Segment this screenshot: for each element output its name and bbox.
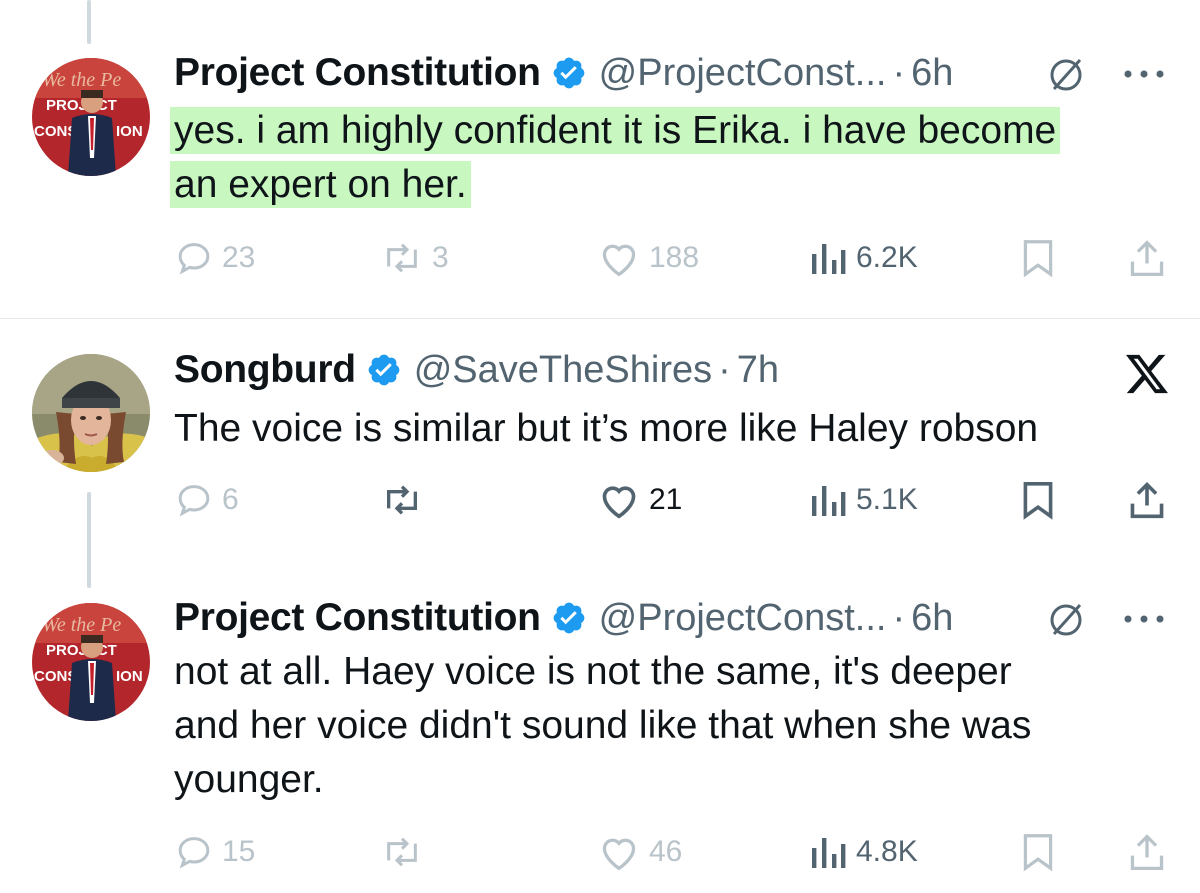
tweet-text: not at all. Haey voice is not the same, … <box>174 645 1031 807</box>
verified-badge-icon <box>551 600 587 636</box>
tweet-text-line: not at all. Haey voice is not the same, … <box>174 650 1012 693</box>
svg-text:ION: ION <box>116 123 143 140</box>
reply-icon <box>178 837 210 869</box>
views-icon <box>812 838 846 868</box>
timestamp[interactable]: 6h <box>911 52 953 95</box>
like-icon <box>602 486 636 519</box>
action-bar: 15 46 4.8K <box>0 827 1200 877</box>
avatar[interactable]: We the Pe PROJECT CONS ION <box>32 603 150 721</box>
views-button[interactable]: 4.8K <box>808 827 918 877</box>
repost-button[interactable] <box>380 475 424 525</box>
repost-button[interactable] <box>380 827 424 877</box>
bookmark-icon <box>1023 482 1053 520</box>
svg-text:We the Pe: We the Pe <box>42 69 121 91</box>
views-button[interactable]: 5.1K <box>808 475 918 525</box>
tweet[interactable]: We the Pe PROJECT CONS ION Project Const… <box>0 0 1200 318</box>
repost-icon <box>387 837 417 867</box>
tweet-header: Project Constitution @ProjectConst... · … <box>174 48 953 98</box>
tweet-text-line: younger. <box>174 758 324 801</box>
x-logo-icon[interactable] <box>1124 353 1170 400</box>
like-icon <box>602 838 636 871</box>
repost-icon <box>387 243 417 273</box>
tweet[interactable]: Songburd @SaveTheShires · 7h The voice i… <box>0 319 1200 569</box>
more-icon[interactable] <box>1122 64 1166 89</box>
repost-icon <box>387 485 417 515</box>
like-count: 46 <box>649 835 683 868</box>
repost-button[interactable]: 3 <box>380 233 449 283</box>
reply-icon <box>178 485 210 517</box>
more-icon[interactable] <box>1122 609 1166 634</box>
like-button[interactable]: 46 <box>597 827 682 877</box>
reply-count: 15 <box>222 835 256 868</box>
separator: · <box>892 596 906 639</box>
tweet-text: yes. i am highly confident it is Erika. … <box>170 104 1061 212</box>
author-name[interactable]: Project Constitution <box>174 51 541 95</box>
timestamp[interactable]: 6h <box>911 597 953 640</box>
like-icon <box>602 244 636 277</box>
grok-icon[interactable] <box>1046 54 1086 99</box>
share-icon <box>1130 481 1164 519</box>
tweet-text-line: yes. i am highly confident it is Erika. … <box>170 107 1061 154</box>
share-button[interactable] <box>1127 233 1167 283</box>
repost-count: 3 <box>432 241 449 274</box>
reply-button[interactable]: 23 <box>174 233 255 283</box>
tweet-text-line: The voice is similar but it’s more like … <box>174 407 1039 450</box>
views-count: 6.2K <box>856 241 918 274</box>
tweet-header: Project Constitution @ProjectConst... · … <box>174 593 953 643</box>
bookmark-icon <box>1023 240 1053 278</box>
bookmark-button[interactable] <box>1020 827 1056 877</box>
action-bar: 23 3 188 6.2K <box>0 233 1200 283</box>
share-icon <box>1130 240 1164 276</box>
reply-button[interactable]: 6 <box>174 475 239 525</box>
tweet-text-line: an expert on her. <box>170 161 471 208</box>
tweet-header: Songburd @SaveTheShires · 7h <box>174 345 779 395</box>
views-icon <box>812 244 846 274</box>
separator: · <box>892 51 906 94</box>
grok-icon[interactable] <box>1046 599 1086 644</box>
tweet-text-line: and her voice didn't sound like that whe… <box>174 704 1032 747</box>
like-button[interactable]: 21 <box>597 475 682 525</box>
views-count: 5.1K <box>856 483 918 516</box>
avatar[interactable]: We the Pe PROJECT CONS ION <box>32 58 150 176</box>
views-icon <box>812 486 846 516</box>
views-button[interactable]: 6.2K <box>808 233 918 283</box>
share-button[interactable] <box>1127 827 1167 877</box>
bookmark-icon <box>1023 834 1053 872</box>
verified-badge-icon <box>366 352 402 388</box>
verified-badge-icon <box>551 55 587 91</box>
like-button[interactable]: 188 <box>597 233 699 283</box>
svg-text:ION: ION <box>116 668 143 685</box>
tweet-text: The voice is similar but it’s more like … <box>174 402 1038 456</box>
author-handle[interactable]: @ProjectConst... <box>599 597 887 640</box>
timestamp[interactable]: 7h <box>737 349 779 392</box>
author-handle[interactable]: @SaveTheShires <box>414 349 712 392</box>
share-icon <box>1130 834 1164 870</box>
svg-text:We the Pe: We the Pe <box>42 614 121 636</box>
action-bar: 6 21 5.1K <box>0 475 1200 525</box>
author-handle[interactable]: @ProjectConst... <box>599 52 887 95</box>
reply-button[interactable]: 15 <box>174 827 255 877</box>
author-name[interactable]: Project Constitution <box>174 596 541 640</box>
separator: · <box>718 348 731 391</box>
author-name[interactable]: Songburd <box>174 348 356 392</box>
tweet[interactable]: We the Pe PROJECT CONS ION Project Const… <box>0 569 1200 893</box>
reply-count: 23 <box>222 241 256 274</box>
like-count: 188 <box>649 241 700 274</box>
bookmark-button[interactable] <box>1020 475 1056 525</box>
avatar[interactable] <box>32 354 150 472</box>
bookmark-button[interactable] <box>1020 233 1056 283</box>
views-count: 4.8K <box>856 835 918 868</box>
like-count: 21 <box>649 483 683 516</box>
share-button[interactable] <box>1127 475 1167 525</box>
reply-icon <box>178 243 210 275</box>
reply-count: 6 <box>222 483 239 516</box>
